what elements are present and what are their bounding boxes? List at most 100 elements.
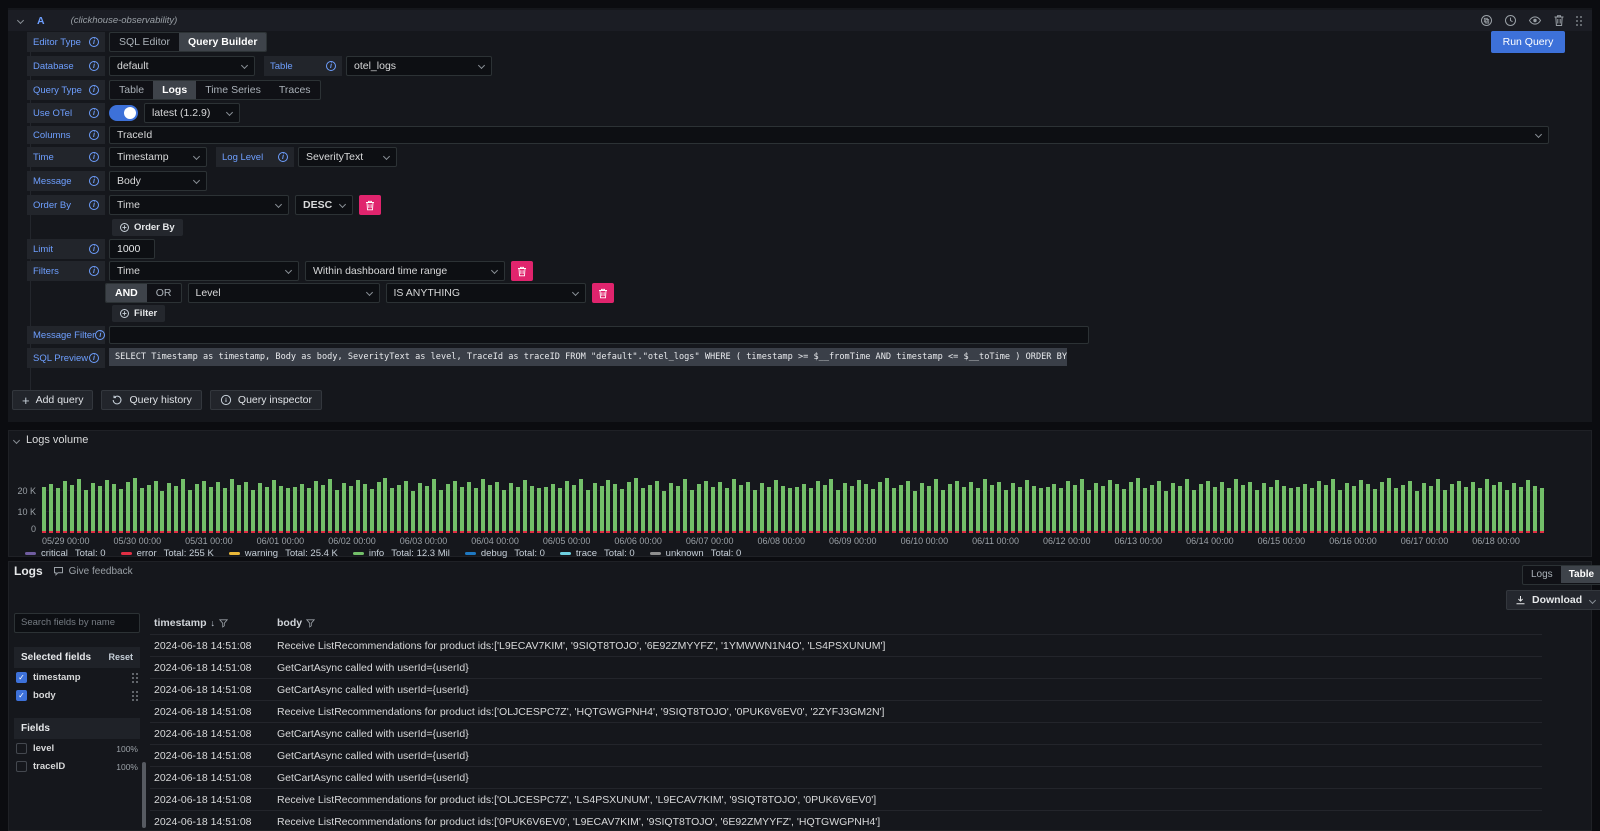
database-select[interactable]: default	[109, 56, 255, 76]
info-icon[interactable]	[89, 200, 99, 210]
info-icon[interactable]	[89, 85, 99, 95]
remove-order-by-button[interactable]	[359, 195, 381, 215]
query-history-button[interactable]: Query history	[101, 390, 201, 410]
filter-funnel-icon[interactable]	[219, 619, 228, 628]
info-icon[interactable]	[89, 61, 99, 71]
view-toggle-option-logs[interactable]: Logs	[1523, 566, 1561, 583]
collapse-chevron-icon[interactable]	[13, 436, 20, 443]
message-column-select[interactable]: Body	[109, 171, 207, 191]
info-icon[interactable]	[95, 330, 105, 340]
table-row[interactable]: 2024-06-18 14:51:08GetCartAsync called w…	[150, 766, 1542, 788]
info-icon[interactable]	[89, 37, 99, 47]
drag-handle-icon[interactable]	[132, 673, 138, 683]
drag-handle-icon[interactable]	[1576, 16, 1582, 26]
trash-icon[interactable]	[1553, 14, 1565, 27]
info-icon[interactable]	[89, 244, 99, 254]
legend-item-trace[interactable]: traceTotal: 0	[560, 548, 635, 559]
body-column-header[interactable]: body	[277, 617, 1542, 629]
checkbox-unchecked[interactable]	[16, 743, 27, 754]
order-by-direction-select[interactable]: DESC	[295, 195, 353, 215]
use-otel-toggle[interactable]	[109, 105, 138, 121]
table-row[interactable]: 2024-06-18 14:51:08Receive ListRecommend…	[150, 788, 1542, 810]
time-column-select[interactable]: Timestamp	[109, 147, 207, 167]
query-row-header[interactable]: A (clickhouse-observability)	[8, 10, 1592, 31]
drag-handle-icon[interactable]	[132, 691, 138, 701]
info-icon[interactable]	[89, 108, 99, 118]
scrollbar[interactable]	[142, 762, 146, 828]
logs-volume-title[interactable]: Logs volume	[14, 434, 88, 446]
sort-desc-icon[interactable]	[211, 617, 216, 629]
table-row[interactable]: 2024-06-18 14:51:08Receive ListRecommend…	[150, 634, 1542, 656]
info-icon[interactable]	[89, 176, 99, 186]
volume-bar	[1157, 481, 1161, 533]
volume-bar	[1387, 478, 1391, 533]
message-filter-input[interactable]	[109, 326, 1089, 344]
otel-version-select[interactable]: latest (1.2.9)	[144, 103, 240, 123]
info-icon[interactable]	[89, 152, 99, 162]
editor-type-option-sql-editor[interactable]: SQL Editor	[110, 33, 179, 51]
query-type-option-traces[interactable]: Traces	[270, 81, 320, 99]
query-inspector-button[interactable]: Query inspector	[210, 390, 322, 410]
filter-operator-select[interactable]: Within dashboard time range	[305, 261, 505, 281]
legend-label: warning	[245, 548, 278, 559]
volume-bar	[1213, 487, 1217, 533]
filter-field-select[interactable]: Time	[109, 261, 299, 281]
table-row[interactable]: 2024-06-18 14:51:08GetCartAsync called w…	[150, 656, 1542, 678]
table-row[interactable]: 2024-06-18 14:51:08GetCartAsync called w…	[150, 678, 1542, 700]
logs-volume-chart[interactable]	[42, 457, 1545, 533]
legend-item-critical[interactable]: criticalTotal: 0	[25, 548, 106, 559]
checkbox-unchecked[interactable]	[16, 761, 27, 772]
volume-bar	[209, 487, 213, 533]
available-field-level: level100%	[14, 741, 140, 757]
query-type-option-time-series[interactable]: Time Series	[196, 81, 270, 99]
remove-filter-button[interactable]	[511, 261, 533, 281]
info-icon[interactable]	[326, 61, 336, 71]
columns-multiselect[interactable]: TraceId	[109, 126, 1549, 144]
legend-item-error[interactable]: errorTotal: 255 K	[121, 548, 214, 559]
run-query-button[interactable]: Run Query	[1491, 31, 1565, 53]
query-type-option-logs[interactable]: Logs	[153, 81, 196, 99]
legend-item-warning[interactable]: warningTotal: 25.4 K	[229, 548, 338, 559]
filter-bool-option-and[interactable]: AND	[106, 284, 147, 302]
filter-bool-option-or[interactable]: OR	[147, 284, 181, 302]
filter2-field-select[interactable]: Level	[188, 283, 380, 303]
timestamp-column-header[interactable]: timestamp	[150, 617, 277, 629]
collapse-chevron-icon[interactable]	[17, 17, 24, 24]
limit-input[interactable]: 1000	[109, 239, 155, 259]
volume-bar	[425, 486, 429, 533]
search-fields-input[interactable]	[14, 613, 140, 633]
add-filter-button[interactable]: Filter	[112, 305, 165, 322]
add-query-button[interactable]: + Add query	[12, 390, 93, 410]
table-row[interactable]: 2024-06-18 14:51:08GetCartAsync called w…	[150, 744, 1542, 766]
legend-item-unknown[interactable]: unknownTotal: 0	[650, 548, 742, 559]
reset-button[interactable]: Reset	[108, 652, 133, 662]
table-row[interactable]: 2024-06-18 14:51:08GetCartAsync called w…	[150, 722, 1542, 744]
log-level-select[interactable]: SeverityText	[298, 147, 397, 167]
editor-type-option-query-builder[interactable]: Query Builder	[179, 33, 266, 51]
filter2-operator-select[interactable]: IS ANYTHING	[386, 283, 586, 303]
checkbox-checked[interactable]	[16, 690, 27, 701]
checkbox-checked[interactable]	[16, 672, 27, 683]
sql-preview-text[interactable]: SELECT Timestamp as timestamp, Body as b…	[109, 348, 1067, 366]
duplicate-icon[interactable]	[1480, 14, 1493, 27]
legend-item-info[interactable]: infoTotal: 12.3 Mil	[353, 548, 450, 559]
view-toggle-option-table[interactable]: Table	[1561, 566, 1600, 583]
legend-item-debug[interactable]: debugTotal: 0	[465, 548, 545, 559]
order-by-field-select[interactable]: Time	[109, 195, 289, 215]
table-select[interactable]: otel_logs	[346, 56, 492, 76]
info-icon[interactable]	[89, 353, 99, 363]
filter-funnel-icon[interactable]	[306, 619, 315, 628]
remove-filter2-button[interactable]	[592, 283, 614, 303]
eye-icon[interactable]	[1528, 14, 1542, 27]
download-button[interactable]: Download	[1506, 590, 1600, 610]
add-order-by-button[interactable]: Order By	[112, 219, 183, 236]
table-row[interactable]: 2024-06-18 14:51:08Receive ListRecommend…	[150, 700, 1542, 722]
table-row[interactable]: 2024-06-18 14:51:08Receive ListRecommend…	[150, 810, 1542, 831]
info-icon[interactable]	[89, 130, 99, 140]
query-type-option-table[interactable]: Table	[110, 81, 153, 99]
history-clock-icon[interactable]	[1504, 14, 1517, 27]
give-feedback-link[interactable]: Give feedback	[53, 566, 133, 577]
info-icon[interactable]	[89, 266, 99, 276]
volume-bar	[126, 482, 130, 533]
info-icon[interactable]	[278, 152, 288, 162]
